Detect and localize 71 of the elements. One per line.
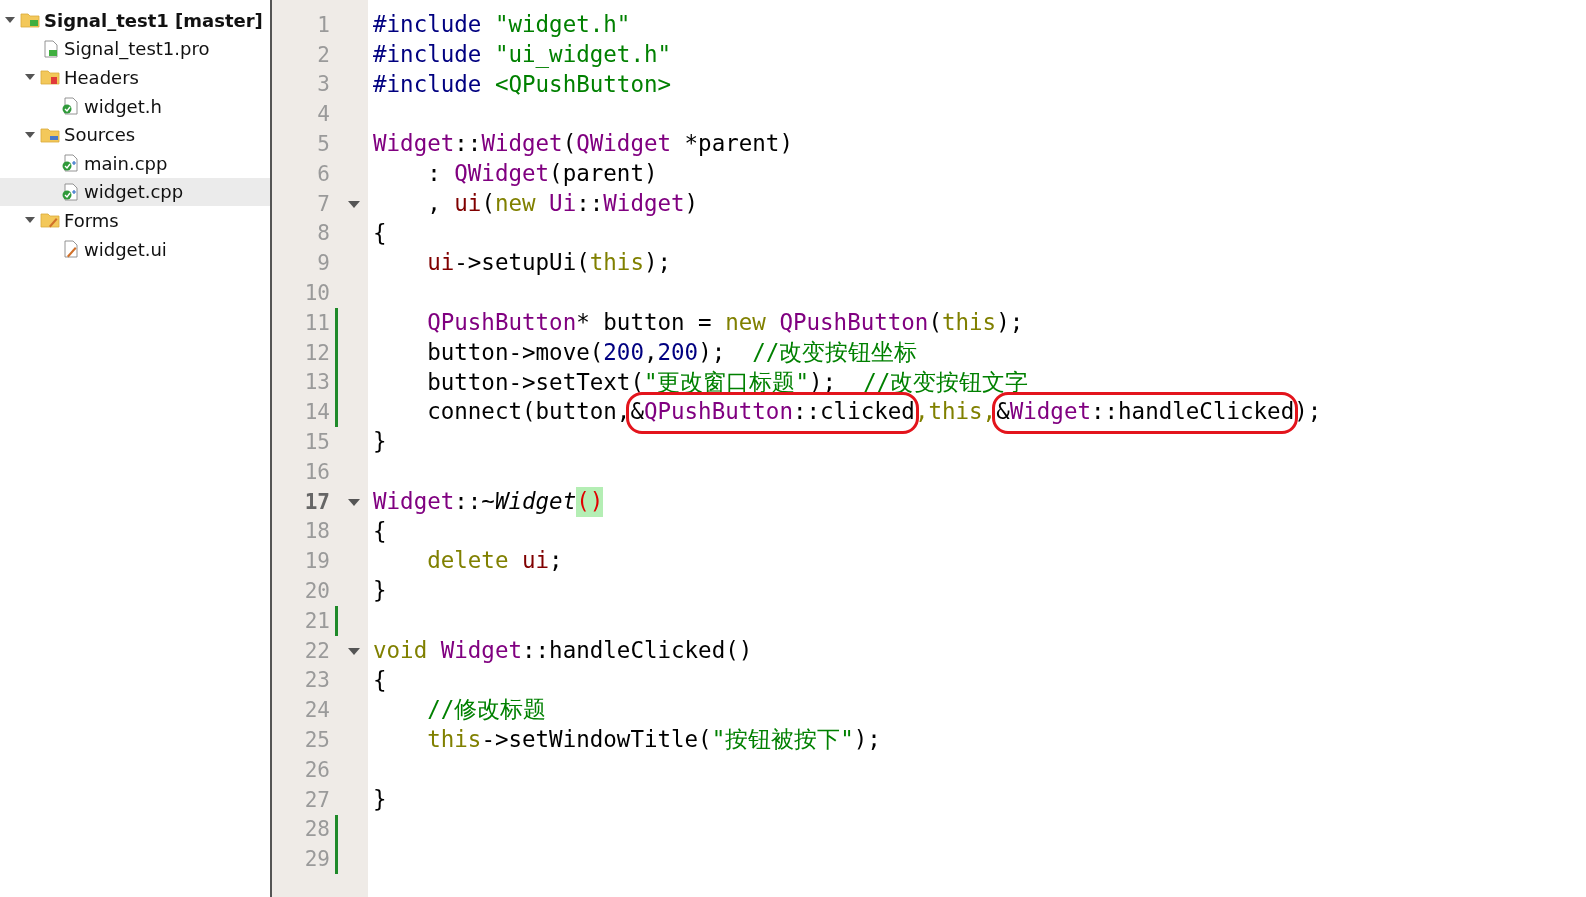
file-icon — [60, 154, 80, 173]
code-line: } — [373, 427, 388, 457]
tree-item[interactable]: widget.ui — [0, 234, 270, 264]
line-number: 9 — [316, 251, 330, 276]
line-number: 2 — [316, 42, 330, 67]
line-number: 29 — [303, 847, 330, 872]
fold-arrow-icon[interactable] — [347, 198, 361, 209]
line-number: 13 — [303, 370, 330, 395]
line-number: 22 — [303, 638, 330, 663]
line-number: 1 — [316, 12, 330, 37]
folder-icon — [40, 68, 60, 87]
line-number: 3 — [316, 72, 330, 97]
code-line: { — [373, 218, 388, 248]
line-number: 17 — [303, 489, 330, 514]
tree-item[interactable]: Forms — [0, 206, 270, 235]
code-line: { — [373, 516, 388, 546]
line-number: 27 — [303, 787, 330, 812]
line-number: 25 — [303, 728, 330, 752]
file-icon — [60, 182, 80, 201]
line-number: 10 — [303, 281, 330, 306]
code-line: , ui(new Ui::Widget) — [426, 188, 700, 218]
tree-item[interactable]: widget.cpp — [0, 177, 270, 207]
code-line: this->setWindowTitle("按钮被按下"); — [426, 725, 882, 755]
line-number: 11 — [303, 310, 330, 335]
code-line: //修改标题 — [426, 695, 548, 725]
code-line: delete ui; — [426, 546, 564, 576]
code-line: button->setText("更改窗口标题"); //改变按钮文字 — [426, 367, 1030, 397]
line-number: 19 — [303, 549, 330, 574]
tree-item[interactable]: Sources — [0, 120, 270, 149]
code-line: } — [373, 576, 388, 606]
line-number: 15 — [303, 430, 330, 455]
fold-arrow-icon[interactable] — [347, 645, 361, 656]
tree-item[interactable]: widget.h — [0, 91, 270, 121]
folder-icon — [20, 11, 40, 30]
code-line: { — [373, 665, 388, 695]
line-number: 8 — [316, 221, 330, 246]
line-number: 5 — [316, 132, 330, 157]
code-line: } — [373, 784, 388, 814]
line-number: 7 — [316, 191, 330, 216]
code-line: Widget::~Widget() — [373, 486, 1586, 517]
code-line: button->move(200,200); //改变按钮坐标 — [426, 337, 919, 367]
code-line: #include "ui_widget.h" — [373, 39, 673, 70]
code-line: QPushButton* button = new QPushButton(this); — [426, 307, 1025, 337]
code-line: Widget::Widget(QWidget *parent) — [373, 129, 794, 159]
tree-item[interactable]: Headers — [0, 63, 270, 92]
line-number: 14 — [303, 400, 330, 425]
code-line: #include <QPushButton> — [373, 69, 673, 99]
folder-icon — [40, 125, 60, 144]
line-number: 21 — [303, 608, 330, 633]
line-number: 28 — [303, 817, 330, 842]
tree-item[interactable]: Signal_test1 [master] — [0, 6, 270, 35]
tree-item[interactable]: Signal_test1.pro — [0, 34, 270, 64]
code-line: #include "widget.h" — [373, 10, 632, 39]
line-number: 4 — [316, 102, 330, 127]
line-number: 6 — [316, 161, 330, 186]
line-number: 18 — [303, 519, 330, 544]
line-number: 12 — [303, 340, 330, 365]
expand-arrow-icon[interactable] — [24, 129, 36, 140]
line-number: 16 — [303, 459, 330, 484]
folder-icon — [40, 211, 60, 230]
line-number: 20 — [303, 579, 330, 604]
code-line: void Widget::handleClicked() — [373, 635, 754, 665]
line-number: 24 — [303, 698, 330, 723]
code-line: ui->setupUi(this); — [426, 248, 673, 278]
fold-arrow-icon[interactable] — [347, 496, 361, 507]
code-line: connect(button,&QPushButton::clicked,this,&Widget::handleClicked); — [373, 397, 1586, 428]
line-number: 23 — [303, 668, 330, 693]
tree-item[interactable]: main.cpp — [0, 148, 270, 178]
file-icon — [60, 97, 80, 116]
code-line: : QWidget(parent) — [426, 159, 659, 188]
line-number: 26 — [303, 757, 330, 782]
